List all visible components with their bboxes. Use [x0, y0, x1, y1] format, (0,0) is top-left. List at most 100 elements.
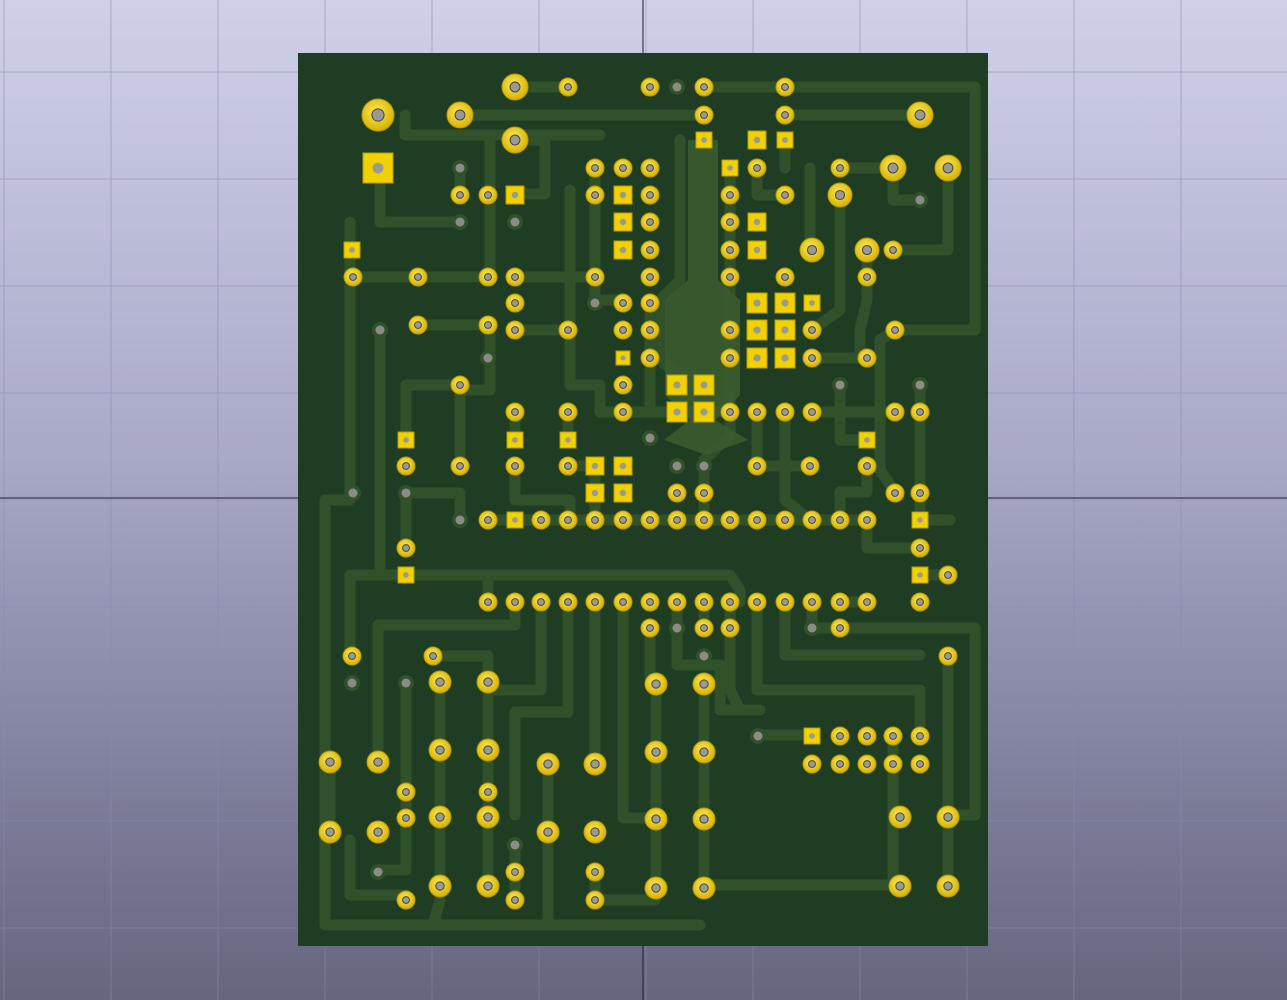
- through-hole-pad: [667, 592, 687, 612]
- square-pad: [747, 212, 767, 232]
- via: [587, 295, 603, 311]
- pcb-3d-viewport[interactable]: [0, 0, 1287, 1000]
- through-hole-pad: [694, 592, 714, 612]
- through-hole-pad: [428, 874, 452, 898]
- through-hole-pad: [640, 267, 660, 287]
- through-hole-pad: [885, 483, 905, 503]
- through-hole-pad: [501, 73, 529, 101]
- through-hole-pad: [644, 672, 668, 696]
- through-hole-pad: [692, 740, 716, 764]
- square-pad: [585, 456, 605, 476]
- through-hole-pad: [505, 402, 525, 422]
- through-hole-pad: [505, 890, 525, 910]
- through-hole-pad: [667, 483, 687, 503]
- via: [398, 485, 414, 501]
- square-pad: [362, 152, 394, 184]
- through-hole-pad: [885, 320, 905, 340]
- through-hole-pad: [585, 510, 605, 530]
- through-hole-pad: [857, 726, 877, 746]
- through-hole-pad: [558, 456, 578, 476]
- through-hole-pad: [720, 592, 740, 612]
- through-hole-pad: [640, 158, 660, 178]
- through-hole-pad: [613, 592, 633, 612]
- through-hole-pad: [366, 750, 390, 774]
- through-hole-pad: [531, 592, 551, 612]
- via: [507, 837, 523, 853]
- through-hole-pad: [910, 726, 930, 746]
- through-hole-pad: [640, 185, 660, 205]
- through-hole-pad: [775, 105, 795, 125]
- through-hole-pad: [830, 618, 850, 638]
- through-hole-pad: [775, 510, 795, 530]
- through-hole-pad: [396, 456, 416, 476]
- through-hole-pad: [318, 820, 342, 844]
- square-pad: [693, 401, 715, 423]
- through-hole-pad: [343, 267, 363, 287]
- through-hole-pad: [478, 267, 498, 287]
- through-hole-pad: [505, 592, 525, 612]
- through-hole-pad: [361, 98, 395, 132]
- through-hole-pad: [802, 348, 822, 368]
- through-hole-pad: [478, 782, 498, 802]
- through-hole-pad: [476, 670, 500, 694]
- through-hole-pad: [558, 592, 578, 612]
- through-hole-pad: [640, 320, 660, 340]
- through-hole-pad: [428, 670, 452, 694]
- through-hole-pad: [583, 752, 607, 776]
- square-pad: [911, 566, 929, 584]
- through-hole-pad: [640, 510, 660, 530]
- through-hole-pad: [747, 456, 767, 476]
- through-hole-pad: [830, 510, 850, 530]
- through-hole-pad: [775, 592, 795, 612]
- via: [642, 430, 658, 446]
- square-pad: [613, 185, 633, 205]
- through-hole-pad: [583, 820, 607, 844]
- through-hole-pad: [478, 315, 498, 335]
- through-hole-pad: [318, 750, 342, 774]
- through-hole-pad: [558, 510, 578, 530]
- through-hole-pad: [857, 592, 877, 612]
- through-hole-pad: [802, 592, 822, 612]
- via: [480, 350, 496, 366]
- square-pad: [397, 431, 415, 449]
- through-hole-pad: [910, 402, 930, 422]
- square-pad: [613, 240, 633, 260]
- square-pad: [746, 292, 768, 314]
- through-hole-pad: [888, 874, 912, 898]
- through-hole-pad: [428, 738, 452, 762]
- through-hole-pad: [585, 185, 605, 205]
- through-hole-pad: [644, 740, 668, 764]
- through-hole-pad: [505, 267, 525, 287]
- through-hole-pad: [640, 592, 660, 612]
- through-hole-pad: [585, 862, 605, 882]
- through-hole-pad: [906, 101, 934, 129]
- through-hole-pad: [827, 182, 853, 208]
- through-hole-pad: [802, 402, 822, 422]
- through-hole-pad: [476, 738, 500, 762]
- square-pad: [911, 511, 929, 529]
- through-hole-pad: [720, 267, 740, 287]
- through-hole-pad: [505, 320, 525, 340]
- via: [804, 620, 820, 636]
- through-hole-pad: [613, 510, 633, 530]
- through-hole-pad: [720, 402, 740, 422]
- through-hole-pad: [558, 402, 578, 422]
- via: [452, 512, 468, 528]
- through-hole-pad: [450, 185, 470, 205]
- through-hole-pad: [747, 592, 767, 612]
- through-hole-pad: [938, 646, 958, 666]
- through-hole-pad: [694, 105, 714, 125]
- via: [912, 192, 928, 208]
- square-pad: [666, 374, 688, 396]
- through-hole-pad: [883, 754, 903, 774]
- through-hole-pad: [910, 754, 930, 774]
- through-hole-pad: [640, 77, 660, 97]
- square-pad: [559, 431, 577, 449]
- through-hole-pad: [857, 754, 877, 774]
- through-hole-pad: [747, 402, 767, 422]
- through-hole-pad: [640, 618, 660, 638]
- through-hole-pad: [476, 874, 500, 898]
- through-hole-pad: [938, 565, 958, 585]
- through-hole-pad: [531, 510, 551, 530]
- through-hole-pad: [640, 240, 660, 260]
